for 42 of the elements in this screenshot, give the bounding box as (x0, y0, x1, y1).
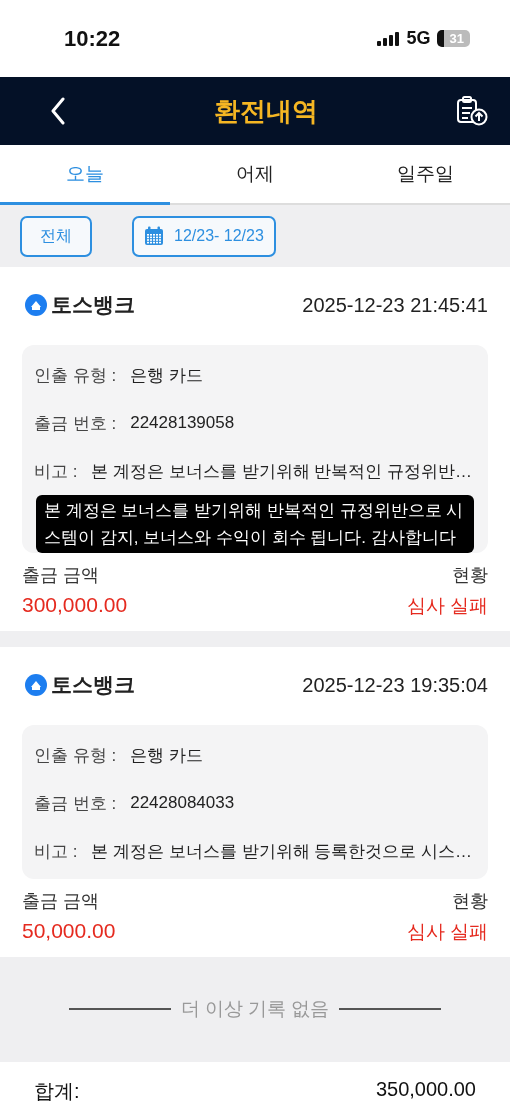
status-label: 현황 (452, 890, 488, 913)
detail-label: 비고 : (34, 460, 78, 483)
bank-name: 토스뱅크 (51, 292, 135, 318)
detail-label: 출금 번호 : (34, 412, 117, 435)
page-title: 환전내역 (214, 94, 318, 128)
detail-value: 은행 카드 (130, 364, 203, 387)
network-label: 5G (406, 28, 431, 49)
status-label: 현황 (452, 564, 488, 587)
amount-value: 50,000.00 (22, 919, 116, 943)
record-datetime: 2025-12-23 21:45:41 (302, 293, 488, 317)
amount-label: 출금 금액 (22, 890, 100, 913)
end-of-list-text: 더 이상 기록 없음 (180, 996, 330, 1021)
total-value: 350,000.00 (375, 1078, 476, 1102)
calendar-icon (144, 226, 164, 246)
tab[interactable]: 일주일 (340, 145, 510, 205)
amount-value: 300,000.00 (22, 593, 128, 617)
detail-value: 22428139058 (130, 413, 235, 433)
amount-label: 출금 금액 (22, 564, 100, 587)
tab[interactable]: 어제 (170, 145, 340, 205)
bank-logo-icon (25, 674, 47, 696)
bank-name: 토스뱅크 (51, 672, 135, 698)
detail-label: 인출 유형 : (34, 744, 117, 767)
detail-label: 출금 번호 : (34, 792, 117, 815)
record-datetime: 2025-12-23 19:35:04 (302, 673, 488, 697)
detail-label: 인출 유형 : (34, 364, 117, 387)
note-tooltip: 본 계정은 보너스를 받기위해 반복적인 규정위반으로 시스템이 감지, 보너스와 수익이 회수 됩니다. 감사합니다 (36, 495, 474, 553)
clipboard-upload-icon[interactable] (456, 96, 488, 126)
detail-value: 22428084033 (130, 793, 235, 813)
all-filter-button[interactable]: 전체 (20, 215, 92, 257)
status-value: 심사 실패 (406, 920, 488, 944)
detail-value: 은행 카드 (130, 744, 203, 767)
status-value: 심사 실패 (406, 594, 488, 618)
total-label: 합계: (34, 1079, 80, 1104)
bank-logo-icon (25, 294, 47, 316)
detail-label: 비고 : (34, 840, 78, 863)
signal-icon (376, 31, 401, 46)
battery-indicator: 31 (436, 30, 470, 47)
back-icon[interactable] (50, 97, 66, 125)
detail-value: 본 계정은 보너스를 받기위해 등록한것으로 시스… (91, 840, 473, 863)
status-time: 10:22 (64, 25, 121, 52)
detail-value: 본 계정은 보너스를 받기위해 반복적인 규정위반… (91, 460, 473, 483)
date-range-button[interactable]: 12/23- 12/23 (132, 215, 276, 257)
